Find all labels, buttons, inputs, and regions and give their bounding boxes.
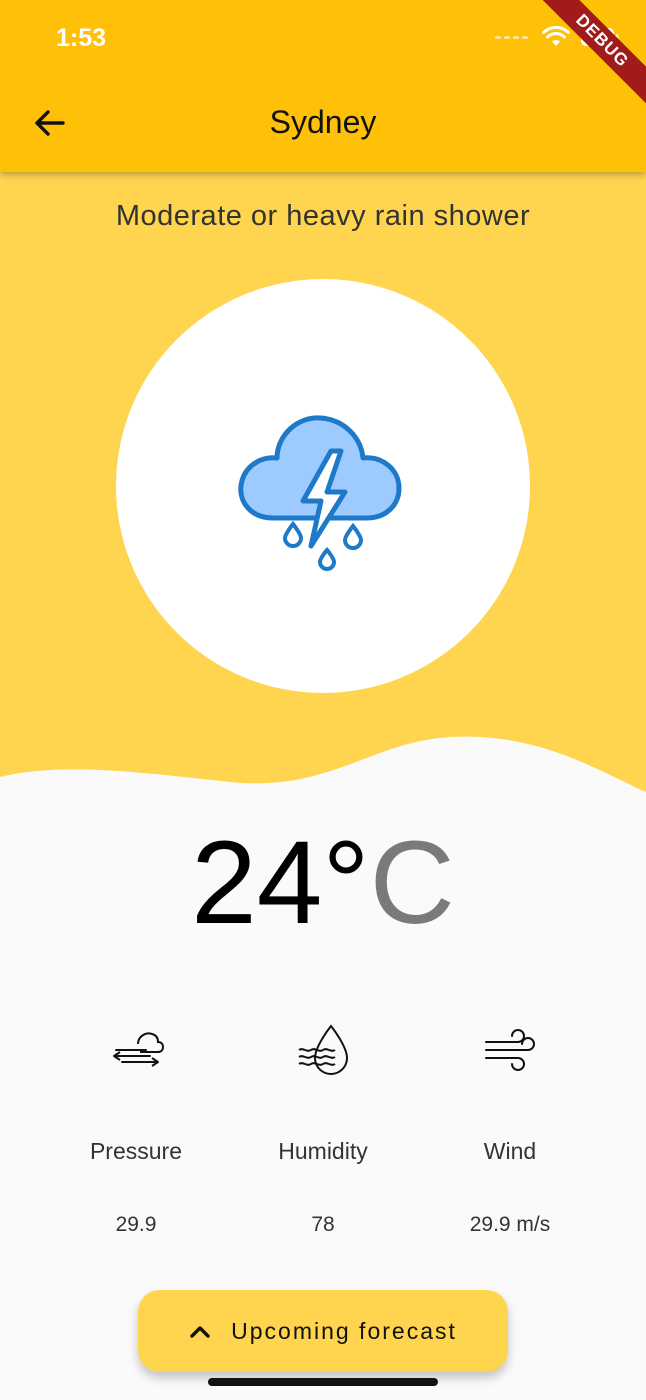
weather-condition: Moderate or heavy rain shower bbox=[115, 200, 531, 232]
pressure-icon bbox=[113, 1032, 164, 1067]
metric-pressure: Pressure 29.9 bbox=[36, 1018, 236, 1237]
humidity-icon bbox=[298, 1024, 349, 1075]
debug-banner: DEBUG bbox=[530, 0, 646, 113]
status-time: 1:53 bbox=[56, 24, 107, 52]
app-bar: 1:53 DEBUG Sydney bbox=[0, 0, 646, 172]
wifi-icon bbox=[542, 26, 570, 46]
temperature-display: 24°C bbox=[0, 818, 646, 948]
temperature-value: 24° bbox=[191, 817, 370, 949]
thunderstorm-rain-cloud-icon bbox=[238, 415, 402, 571]
chevron-up-icon bbox=[190, 1326, 210, 1338]
metric-value: 29.9 bbox=[115, 1213, 157, 1236]
metric-value: 29.9 m/s bbox=[469, 1213, 551, 1236]
metric-label: Humidity bbox=[278, 1138, 368, 1164]
signal-icon bbox=[495, 35, 528, 39]
home-indicator bbox=[208, 1378, 438, 1386]
weather-icon-circle bbox=[116, 279, 530, 693]
page-title: Sydney bbox=[269, 104, 377, 140]
metric-label: Pressure bbox=[89, 1138, 183, 1164]
weather-hero: Moderate or heavy rain shower bbox=[0, 172, 646, 812]
metric-label: Wind bbox=[483, 1138, 537, 1164]
temperature-unit: C bbox=[369, 817, 455, 949]
wind-icon bbox=[485, 1029, 535, 1071]
metric-wind: Wind 29.9 m/s bbox=[410, 1018, 610, 1237]
forecast-button-label: Upcoming forecast bbox=[231, 1317, 457, 1344]
metric-value: 78 bbox=[311, 1213, 335, 1236]
metric-humidity: Humidity 78 bbox=[223, 1018, 423, 1237]
upcoming-forecast-button[interactable]: Upcoming forecast bbox=[138, 1290, 508, 1372]
